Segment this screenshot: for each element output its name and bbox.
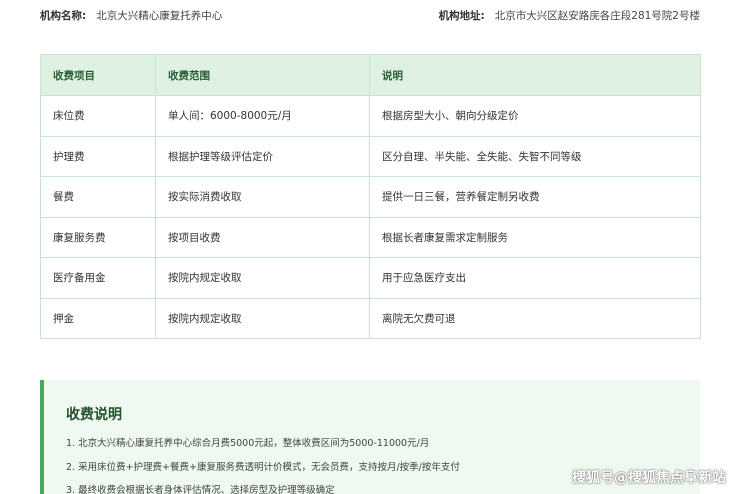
- org-name-value: 北京大兴精心康复托养中心: [96, 10, 223, 22]
- header-description: 说明: [369, 54, 701, 96]
- description-cell: 提供一日三餐，营养餐定制另收费: [369, 176, 701, 218]
- table-row: 床位费 单人间：6000-8000元/月 根据房型大小、朝向分级定价: [40, 95, 701, 137]
- table-row: 医疗备用金 按院内规定收取 用于应急医疗支出: [40, 257, 701, 299]
- fee-item-cell: 床位费: [40, 95, 156, 137]
- table-row: 护理费 根据护理等级评估定价 区分自理、半失能、全失能、失智不同等级: [40, 135, 701, 177]
- fee-range-cell: 按院内规定收取: [155, 257, 370, 299]
- notes-item: 1. 北京大兴精心康复托养中心综合月费5000元起，整体收费区间为5000-11…: [66, 438, 430, 449]
- notes-item: 3. 最终收费会根据长者身体评估情况、选择房型及护理等级确定: [66, 485, 335, 494]
- fee-item-cell: 护理费: [40, 135, 156, 177]
- table-row: 押金 按院内规定收取 离院无欠费可退: [40, 297, 701, 339]
- table-header-row: 收费项目 收费范围 说明: [40, 54, 701, 96]
- institution-info: 机构名称: 北京大兴精心康复托养中心 机构地址: 北京市大兴区赵安路庑各庄段281号…: [40, 7, 700, 25]
- description-cell: 区分自理、半失能、全失能、失智不同等级: [369, 135, 701, 177]
- description-cell: 离院无欠费可退: [369, 297, 701, 339]
- fee-range-cell: 按院内规定收取: [155, 297, 370, 339]
- fee-range-cell: 按项目收费: [155, 216, 370, 258]
- fee-table: 收费项目 收费范围 说明 床位费 单人间：6000-8000元/月 根据房型大小…: [40, 54, 701, 339]
- header-fee-item: 收费项目: [40, 54, 156, 96]
- notes-title: 收费说明: [66, 407, 122, 423]
- table-row: 康复服务费 按项目收费 根据长者康复需求定制服务: [40, 216, 701, 258]
- org-address: 机构地址: 北京市大兴区赵安路庑各庄段281号院2号楼: [439, 7, 700, 25]
- address-value: 北京市大兴区赵安路庑各庄段281号院2号楼: [494, 10, 700, 22]
- header-fee-range: 收费范围: [155, 54, 370, 96]
- fee-item-cell: 医疗备用金: [40, 257, 156, 299]
- fee-item-cell: 押金: [40, 297, 156, 339]
- description-cell: 根据房型大小、朝向分级定价: [369, 95, 701, 137]
- fee-range-cell: 单人间：6000-8000元/月: [155, 95, 370, 137]
- org-name: 机构名称: 北京大兴精心康复托养中心: [40, 7, 222, 25]
- description-cell: 根据长者康复需求定制服务: [369, 216, 701, 258]
- fee-item-cell: 餐费: [40, 176, 156, 218]
- fee-range-cell: 按实际消费收取: [155, 176, 370, 218]
- org-name-label: 机构名称:: [40, 10, 87, 22]
- description-cell: 用于应急医疗支出: [369, 257, 701, 299]
- fee-item-cell: 康复服务费: [40, 216, 156, 258]
- address-label: 机构地址:: [438, 10, 485, 22]
- watermark: 搜狐号@搜狐焦点阜新站: [572, 470, 726, 486]
- table-row: 餐费 按实际消费收取 提供一日三餐，营养餐定制另收费: [40, 176, 701, 218]
- notes-item: 2. 采用床位费+护理费+餐费+康复服务费透明计价模式，无会员费，支持按月/按季…: [66, 462, 460, 473]
- fee-range-cell: 根据护理等级评估定价: [155, 135, 370, 177]
